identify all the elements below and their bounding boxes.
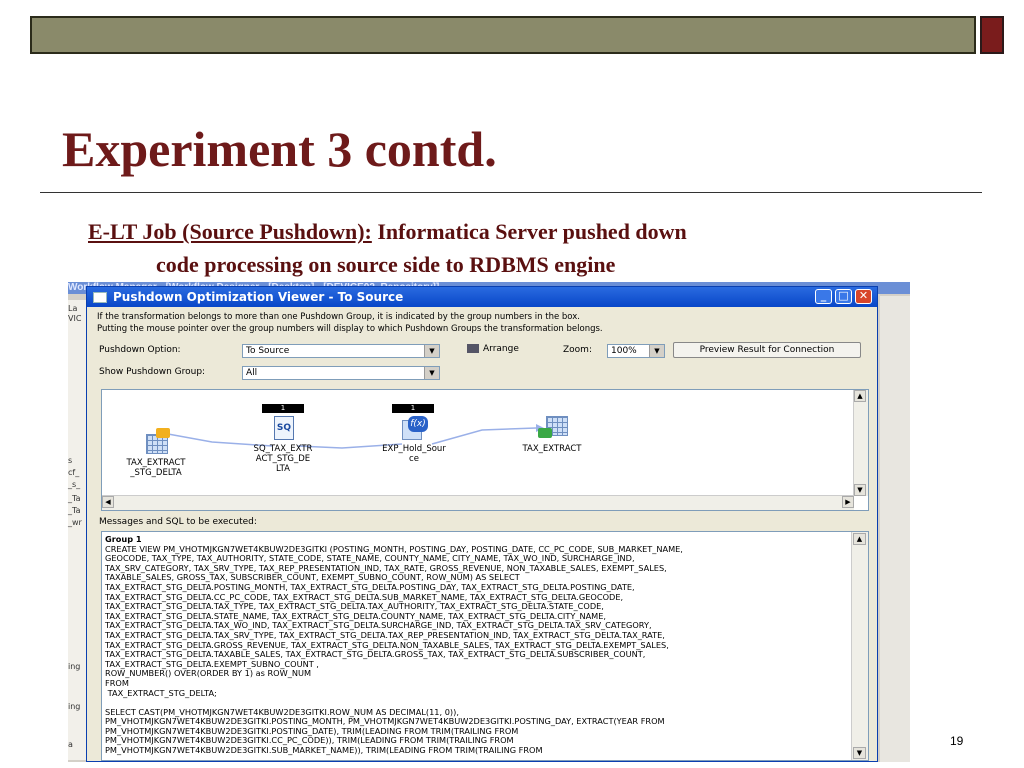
canvas-horizontal-scrollbar[interactable]: ◀ ▶ bbox=[102, 495, 854, 510]
show-group-select[interactable]: All ▼ bbox=[242, 366, 440, 380]
window-icon bbox=[93, 292, 107, 303]
node-expression[interactable]: f(x) EXP_Hold_Sour ce bbox=[372, 414, 456, 464]
pushdown-group-badge[interactable]: 1 bbox=[392, 404, 434, 413]
node-label: TAX_EXTRACT bbox=[522, 444, 582, 454]
subtitle-text-1: Informatica Server pushed down bbox=[371, 219, 687, 244]
navigator-item[interactable]: _wr bbox=[68, 518, 82, 527]
chevron-down-icon: ▼ bbox=[424, 367, 439, 379]
messages-label: Messages and SQL to be executed: bbox=[99, 517, 257, 527]
chevron-down-icon: ▼ bbox=[649, 345, 664, 357]
show-group-value: All bbox=[246, 368, 258, 378]
canvas-vertical-scrollbar[interactable]: ▲ ▼ bbox=[853, 390, 868, 496]
target-table-icon bbox=[538, 414, 568, 440]
scroll-down-icon[interactable]: ▼ bbox=[854, 484, 866, 496]
chevron-down-icon: ▼ bbox=[424, 345, 439, 357]
preview-result-button[interactable]: Preview Result for Connection bbox=[673, 342, 861, 358]
background-app-right-panel bbox=[880, 296, 910, 762]
info-line-1: If the transformation belongs to more th… bbox=[97, 312, 580, 322]
scroll-left-icon[interactable]: ◀ bbox=[102, 496, 114, 508]
node-label: SQ_TAX_EXTR ACT_STG_DE LTA bbox=[253, 444, 313, 474]
slide-title: Experiment 3 contd. bbox=[62, 121, 497, 177]
navigator-item[interactable]: ing bbox=[68, 702, 80, 711]
navigator-item[interactable]: _Ta bbox=[68, 494, 80, 503]
node-source-qualifier[interactable]: SQ SQ_TAX_EXTR ACT_STG_DE LTA bbox=[244, 414, 322, 474]
arrange-icon bbox=[467, 344, 479, 353]
node-label: TAX_EXTRACT _STG_DELTA bbox=[126, 458, 186, 478]
sql-messages-box[interactable]: Group 1 CREATE VIEW PM_VHOTMJKGN7WET4KBU… bbox=[101, 531, 869, 761]
slide-header-accent bbox=[980, 16, 1004, 54]
pushdown-option-select[interactable]: To Source ▼ bbox=[242, 344, 440, 358]
minimize-button[interactable]: _ bbox=[815, 289, 832, 304]
slide-header-bar bbox=[30, 16, 976, 54]
navigator-item[interactable]: _Ta bbox=[68, 506, 80, 515]
node-label: EXP_Hold_Sour ce bbox=[382, 444, 446, 464]
show-group-label: Show Pushdown Group: bbox=[99, 367, 206, 377]
navigator-item[interactable]: a bbox=[68, 740, 73, 749]
navigator-item[interactable]: cf_ bbox=[68, 468, 79, 477]
maximize-button[interactable]: □ bbox=[835, 289, 852, 304]
close-button[interactable]: ✕ bbox=[855, 289, 872, 304]
slide-subtitle: E-LT Job (Source Pushdown): Informatica … bbox=[88, 215, 888, 281]
info-line-2: Putting the mouse pointer over the group… bbox=[97, 324, 603, 334]
navigator-item[interactable]: s bbox=[68, 456, 72, 465]
source-table-icon bbox=[142, 428, 170, 454]
navigator-item[interactable]: _s_ bbox=[68, 480, 80, 489]
navigator-item[interactable]: VIC bbox=[68, 314, 81, 323]
expression-icon: f(x) bbox=[400, 414, 428, 440]
scroll-right-icon[interactable]: ▶ bbox=[842, 496, 854, 508]
group-heading: Group 1 bbox=[105, 534, 142, 544]
link-lines bbox=[167, 424, 544, 449]
scroll-up-icon[interactable]: ▲ bbox=[854, 390, 866, 402]
zoom-select[interactable]: 100% ▼ bbox=[607, 344, 665, 358]
node-target-definition[interactable]: TAX_EXTRACT bbox=[512, 414, 592, 454]
arrange-button[interactable]: Arrange bbox=[467, 344, 519, 354]
pushdown-group-badge[interactable]: 1 bbox=[262, 404, 304, 413]
title-divider bbox=[40, 192, 982, 193]
scroll-down-icon[interactable]: ▼ bbox=[853, 747, 866, 759]
pushdown-option-label: Pushdown Option: bbox=[99, 345, 181, 355]
navigator-item[interactable]: ing bbox=[68, 662, 80, 671]
pushdown-option-value: To Source bbox=[246, 346, 290, 356]
sql-messages: Group 1 CREATE VIEW PM_VHOTMJKGN7WET4KBU… bbox=[105, 534, 849, 756]
arrange-label: Arrange bbox=[483, 344, 519, 354]
sql-text: CREATE VIEW PM_VHOTMJKGN7WET4KBUW2DE3GIT… bbox=[105, 543, 683, 756]
subtitle-link[interactable]: E-LT Job (Source Pushdown): bbox=[88, 219, 372, 244]
messages-vertical-scrollbar[interactable]: ▲ ▼ bbox=[851, 532, 868, 760]
zoom-label: Zoom: bbox=[563, 345, 592, 355]
subtitle-text-2: code processing on source side to RDBMS … bbox=[156, 252, 616, 277]
node-source-definition[interactable]: TAX_EXTRACT _STG_DELTA bbox=[116, 428, 196, 478]
mapping-canvas[interactable]: TAX_EXTRACT _STG_DELTA 1 SQ SQ_TAX_EXTR … bbox=[101, 389, 869, 511]
source-qualifier-icon: SQ bbox=[269, 414, 297, 440]
scroll-up-icon[interactable]: ▲ bbox=[853, 533, 866, 545]
zoom-value: 100% bbox=[611, 346, 637, 356]
page-number: 19 bbox=[950, 734, 964, 748]
dialog-title: Pushdown Optimization Viewer - To Source bbox=[113, 290, 404, 304]
navigator-item[interactable]: La bbox=[68, 304, 77, 313]
dialog-titlebar[interactable]: Pushdown Optimization Viewer - To Source… bbox=[87, 287, 877, 307]
pushdown-viewer-dialog: Pushdown Optimization Viewer - To Source… bbox=[86, 286, 878, 762]
